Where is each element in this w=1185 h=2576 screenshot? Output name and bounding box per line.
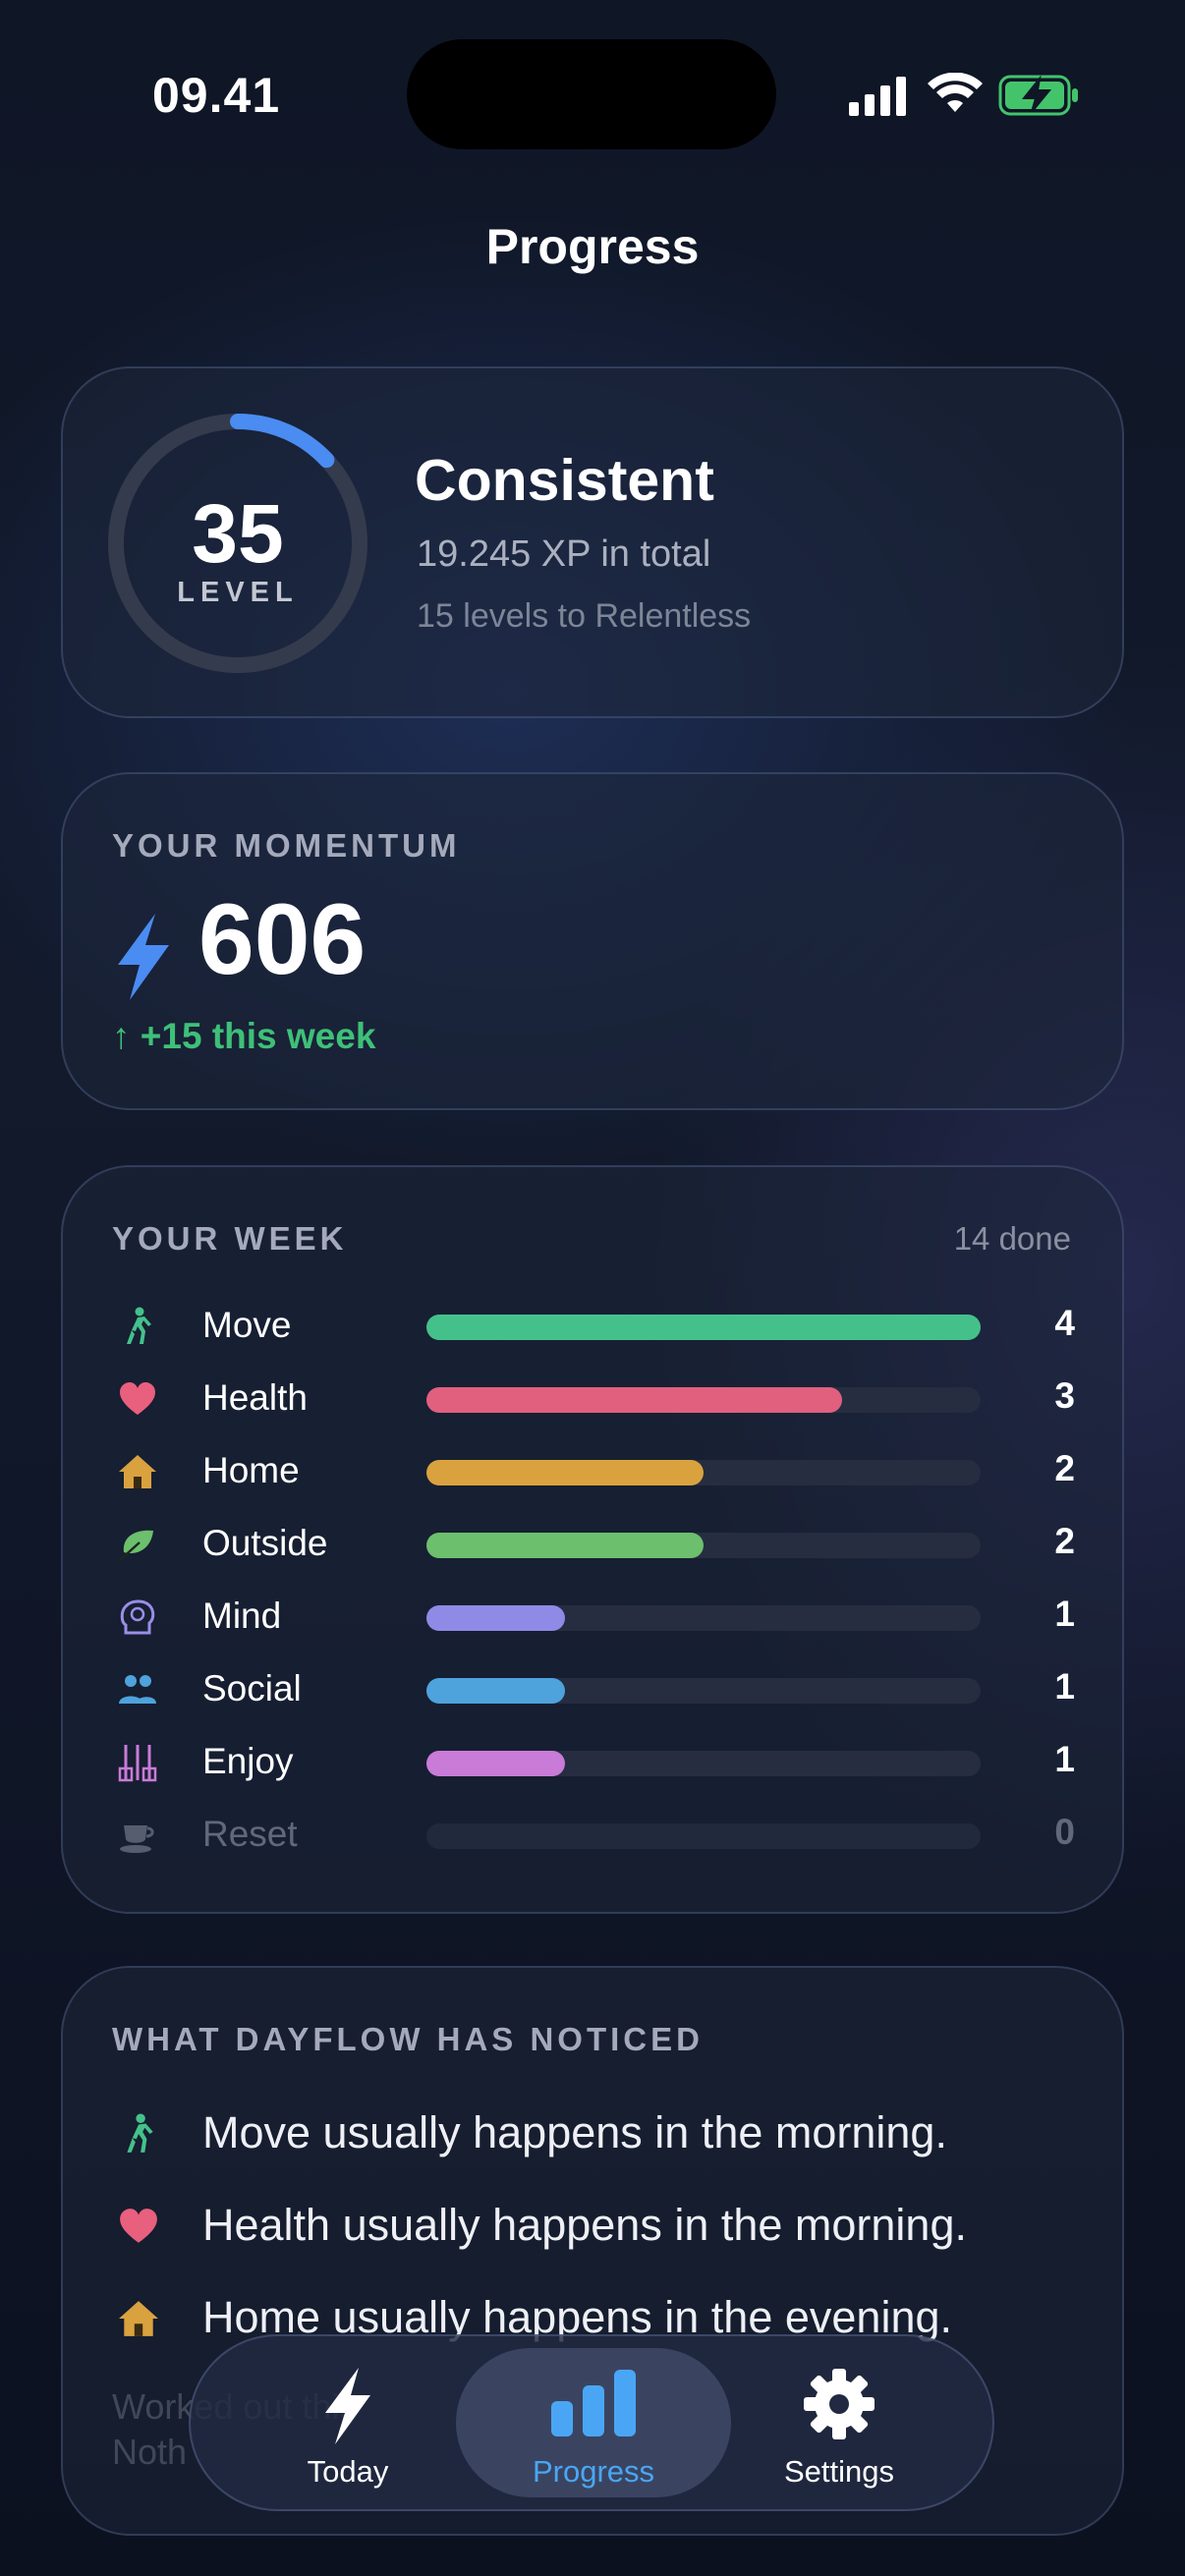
house-icon — [119, 1455, 156, 1488]
week-row-outside[interactable]: Outside 2 — [63, 1513, 1126, 1572]
gear-icon — [804, 2369, 875, 2439]
insight-text: Move usually happens in the morning. — [202, 2107, 947, 2157]
week-row-label: Reset — [202, 1814, 298, 1854]
week-bar — [426, 1533, 981, 1558]
tab-label: Progress — [532, 2454, 655, 2489]
brain-icon — [120, 1599, 155, 1635]
level-number: 35 — [192, 487, 284, 580]
week-bar — [426, 1678, 981, 1704]
bolt-icon — [118, 914, 169, 1000]
status-time: 09.41 — [152, 68, 281, 123]
wifi-icon — [928, 73, 983, 112]
week-row-label: Mind — [202, 1596, 282, 1636]
walking-icon — [127, 1307, 151, 1344]
week-bar — [426, 1751, 981, 1776]
heart-icon — [120, 2209, 157, 2243]
week-bar — [426, 1823, 981, 1849]
week-bar-fill — [426, 1315, 981, 1340]
week-row-label: Health — [202, 1377, 308, 1418]
week-bar-fill — [426, 1533, 704, 1558]
week-card: YOUR WEEK 14 done Move 4 Health 3 Home 2 — [61, 1165, 1124, 1914]
momentum-value: 606 — [198, 883, 367, 995]
xp-total: 19.245 XP in total — [417, 533, 711, 575]
battery-charging-icon — [998, 75, 1078, 116]
week-row-count: 2 — [1054, 1448, 1075, 1488]
week-bar-fill — [426, 1751, 565, 1776]
week-row-label: Home — [202, 1450, 300, 1490]
bar-chart-icon — [551, 2370, 636, 2436]
insight-item: Move usually happens in the morning. — [63, 2103, 1126, 2162]
tab-progress[interactable]: Progress — [456, 2348, 731, 2497]
week-row-health[interactable]: Health 3 — [63, 1368, 1126, 1427]
week-row-count: 0 — [1054, 1812, 1075, 1852]
week-row-home[interactable]: Home 2 — [63, 1440, 1126, 1499]
week-bar — [426, 1315, 981, 1340]
week-row-count: 1 — [1054, 1594, 1075, 1634]
cup-icon — [120, 1825, 154, 1853]
page-title: Progress — [485, 219, 700, 274]
momentum-delta: ↑ +15 this week — [112, 1016, 376, 1056]
week-bar-fill — [426, 1605, 565, 1631]
noticed-label: WHAT DAYFLOW HAS NOTICED — [112, 2021, 704, 2057]
week-bar — [426, 1387, 981, 1413]
heart-icon — [120, 1382, 155, 1415]
walking-icon — [127, 2113, 153, 2153]
faded-insight: Noth — [112, 2432, 188, 2472]
momentum-label: YOUR MOMENTUM — [112, 827, 461, 864]
dynamic-island — [407, 39, 776, 149]
insight-text: Health usually happens in the morning. — [202, 2200, 967, 2250]
tab-label: Settings — [783, 2454, 894, 2489]
week-row-count: 2 — [1054, 1521, 1075, 1561]
week-bar-fill — [426, 1460, 704, 1485]
guitar-icon — [118, 1745, 157, 1782]
level-caption: LEVEL — [177, 577, 299, 608]
next-rank-hint: 15 levels to Relentless — [417, 597, 752, 635]
week-bar-fill — [426, 1387, 842, 1413]
week-row-enjoy[interactable]: Enjoy 1 — [63, 1731, 1126, 1790]
tab-today[interactable]: Today — [210, 2348, 485, 2497]
week-row-reset[interactable]: Reset 0 — [63, 1804, 1126, 1863]
week-done-count: 14 done — [953, 1220, 1071, 1257]
week-bar — [426, 1605, 981, 1631]
week-row-count: 1 — [1054, 1739, 1075, 1779]
tab-settings[interactable]: Settings — [702, 2348, 977, 2497]
week-row-label: Move — [202, 1305, 292, 1345]
rank-name: Consistent — [415, 448, 714, 513]
week-label: YOUR WEEK — [112, 1220, 348, 1257]
week-row-move[interactable]: Move 4 — [63, 1295, 1126, 1354]
insight-item: Health usually happens in the morning. — [63, 2196, 1126, 2255]
momentum-card: YOUR MOMENTUM 606 ↑ +15 this week — [61, 772, 1124, 1110]
week-row-label: Social — [202, 1668, 302, 1708]
week-row-mind[interactable]: Mind 1 — [63, 1586, 1126, 1645]
week-row-label: Enjoy — [202, 1741, 294, 1781]
week-row-label: Outside — [202, 1523, 328, 1563]
cellular-signal-icon — [849, 77, 906, 116]
week-bar-fill — [426, 1678, 565, 1704]
house-icon — [119, 2301, 158, 2336]
week-row-social[interactable]: Social 1 — [63, 1658, 1126, 1717]
level-card: 35 LEVEL Consistent 19.245 XP in total 1… — [61, 366, 1124, 718]
week-bar — [426, 1460, 981, 1485]
tab-bar: Today Progress Settings — [189, 2334, 994, 2511]
week-row-count: 3 — [1054, 1375, 1075, 1416]
week-row-count: 1 — [1054, 1666, 1075, 1707]
leaf-icon — [119, 1530, 153, 1561]
bolt-icon — [325, 2368, 370, 2444]
people-icon — [119, 1675, 156, 1704]
week-row-count: 4 — [1054, 1303, 1075, 1343]
tab-label: Today — [307, 2454, 389, 2489]
